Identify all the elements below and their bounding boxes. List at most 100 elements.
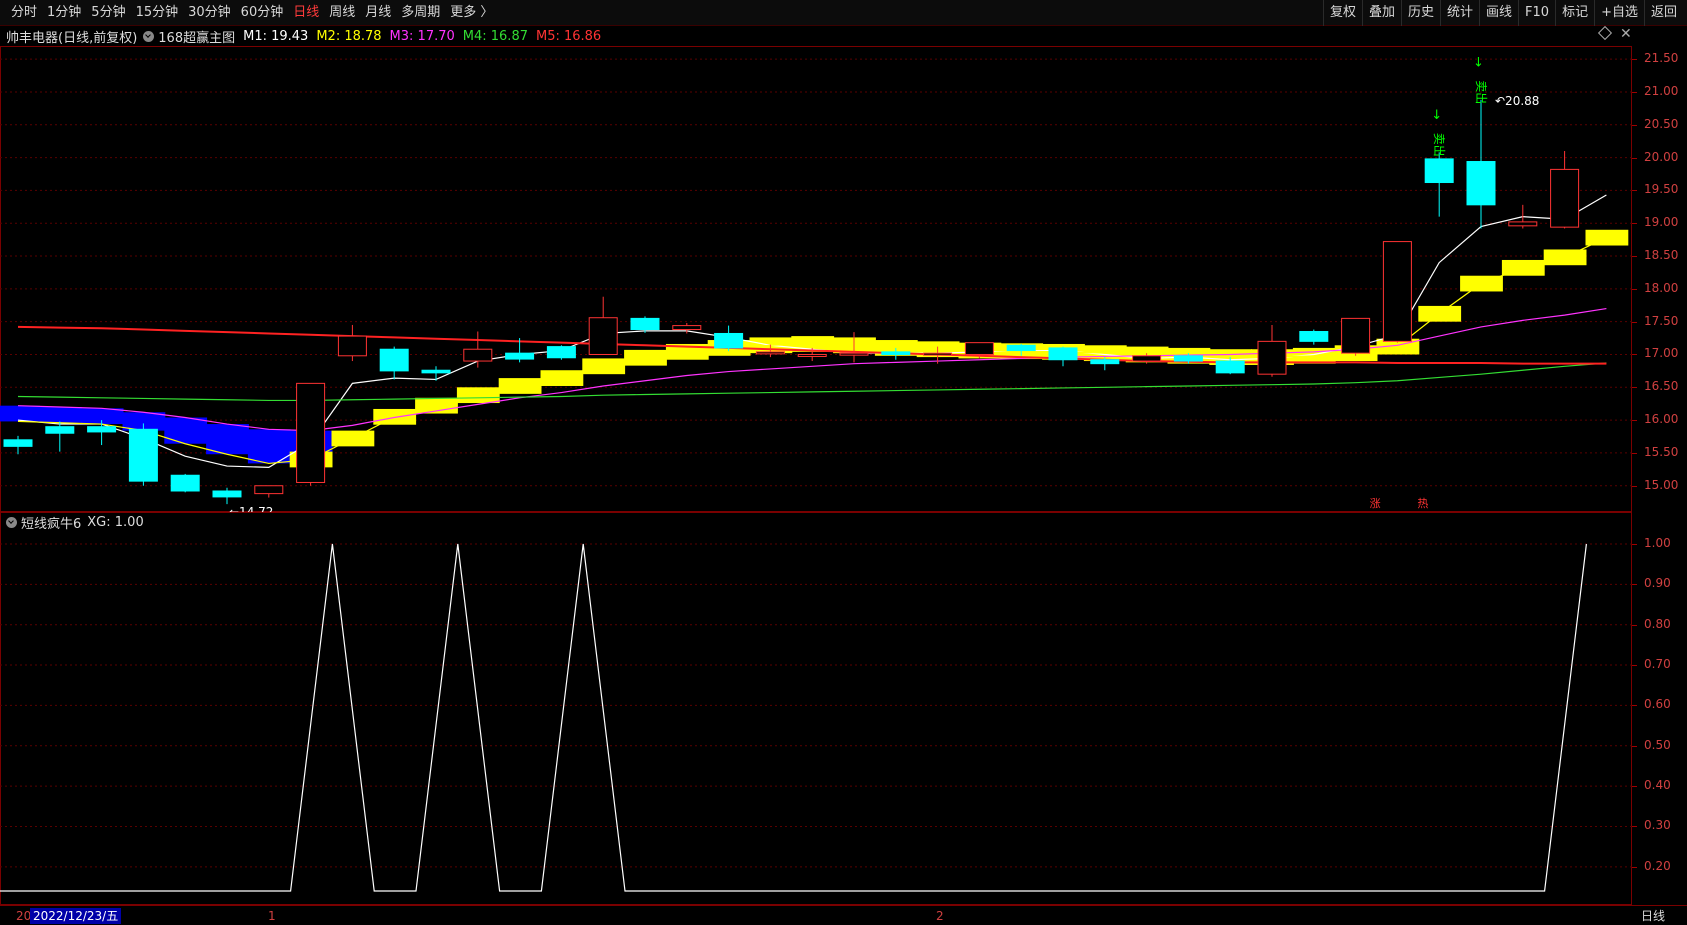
top-toolbar: 分时 1分钟 5分钟 15分钟 30分钟 60分钟 日线 周线 月线 多周期 更多 〉 复权 叠加 历史… <box>0 0 1687 26</box>
sub-tick <box>1632 624 1637 626</box>
price-label: 19.00 <box>1644 215 1679 230</box>
signal-marker: 热 <box>1417 497 1428 510</box>
candle-body <box>1466 161 1496 206</box>
candle-body <box>1257 340 1287 375</box>
toolbar-actions: 复权 叠加 历史 统计 画线 F10 标记 +自选 返回 <box>1322 0 1683 26</box>
price-label: 20.50 <box>1644 116 1679 131</box>
period-tab[interactable]: 多周期 <box>396 0 445 26</box>
period-tab[interactable]: 周线 <box>324 0 360 26</box>
sub-axis: 1.00 0.90 0.80 0.70 0.60 0.50 0.40 0.30 0.20 <box>1632 512 1687 905</box>
price-tick <box>1632 190 1637 192</box>
main-chart[interactable]: ↶20.88 ←14.72 ↓ 卖出 ↓ 卖出涨 热 <box>0 46 1632 512</box>
price-tick <box>1632 420 1637 422</box>
candle-body <box>546 346 576 359</box>
toolbar-button[interactable]: 历史 <box>1400 0 1440 26</box>
ma-legend-item: M3: 17.70 <box>389 28 455 44</box>
signal-marker: 涨 <box>1370 497 1381 510</box>
candle-body <box>87 426 117 433</box>
sub-label: 0.50 <box>1644 737 1671 752</box>
candle-body <box>923 352 953 356</box>
period-tab[interactable]: 60分钟 <box>236 0 289 26</box>
date-bar: 20 2022/12/23/五 1 2 日线 <box>0 905 1687 925</box>
sell-arrow-icon: ↓ <box>1431 108 1442 123</box>
price-tick <box>1632 223 1637 225</box>
toolbar-button[interactable]: 画线 <box>1479 0 1518 26</box>
low-price-label: ←14.72 <box>229 505 273 512</box>
toolbar-button[interactable]: +自选 <box>1594 0 1644 26</box>
candle-body <box>170 474 200 492</box>
price-label: 21.50 <box>1644 51 1679 66</box>
period-tab[interactable]: 日线 <box>288 0 324 26</box>
price-tick <box>1632 387 1637 389</box>
step-band-block <box>1585 229 1629 246</box>
period-tab[interactable]: 分时 <box>6 0 42 26</box>
price-tick <box>1632 288 1637 290</box>
price-label: 17.00 <box>1644 346 1679 361</box>
indicator-name[interactable]: 168超赢主图 <box>158 27 235 46</box>
ma-legend-item: M2: 18.78 <box>316 28 382 44</box>
period-tab[interactable]: 更多 〉 <box>445 0 498 26</box>
date-fragment: 20 <box>16 909 32 923</box>
toolbar-button[interactable]: 返回 <box>1643 0 1683 26</box>
candle-body <box>421 369 451 374</box>
close-icon[interactable]: ✕ <box>1620 26 1632 42</box>
candle-body <box>1508 221 1538 227</box>
price-tick <box>1632 321 1637 323</box>
toolbar-button[interactable]: 标记 <box>1555 0 1594 26</box>
sub-tick <box>1632 786 1637 788</box>
back-label: 返回 <box>1650 5 1677 20</box>
sub-label: 0.30 <box>1644 818 1671 833</box>
candle-body <box>881 351 911 355</box>
price-tick <box>1632 124 1637 126</box>
month-mark: 1 <box>268 909 276 923</box>
price-label: 15.50 <box>1644 444 1679 459</box>
high-price-label: ↶20.88 <box>1495 94 1539 108</box>
indicator-menu-icon[interactable] <box>143 30 155 42</box>
toolbar-button[interactable]: 复权 <box>1322 0 1362 26</box>
sell-arrow-icon: ↓ <box>1473 55 1484 70</box>
candle-body <box>1132 355 1162 362</box>
sub-tick <box>1632 826 1637 828</box>
price-tick <box>1632 485 1637 487</box>
price-tick <box>1632 59 1637 61</box>
ma-legend-item: M4: 16.87 <box>462 28 528 44</box>
candle-body <box>797 353 827 357</box>
stock-title[interactable]: 帅丰电器(日线,前复权) <box>6 27 137 46</box>
candle-body <box>630 317 660 331</box>
ma-legend-item: M1: 19.43 <box>243 28 309 44</box>
toolbar-button[interactable]: F10 <box>1518 0 1555 26</box>
candle-body <box>1006 344 1036 352</box>
month-mark: 2 <box>936 909 944 923</box>
sell-signal-label: 卖出 <box>1432 133 1446 157</box>
period-tab[interactable]: 月线 <box>360 0 396 26</box>
candle-body <box>296 382 326 483</box>
price-label: 19.50 <box>1644 182 1679 197</box>
candle-body <box>212 490 242 498</box>
sub-label: 0.40 <box>1644 778 1671 793</box>
sub-chart[interactable] <box>0 532 1632 905</box>
candle-body <box>1215 360 1245 374</box>
price-label: 21.00 <box>1644 83 1679 98</box>
sub-label: 0.80 <box>1644 616 1671 631</box>
toolbar-button[interactable]: 统计 <box>1440 0 1479 26</box>
price-label: 16.50 <box>1644 379 1679 394</box>
sell-signal-label: 卖出 <box>1474 80 1488 104</box>
candle-body <box>1341 317 1371 354</box>
price-tick <box>1632 157 1637 159</box>
period-tab[interactable]: 5分钟 <box>86 0 130 26</box>
ma-legend-item: M5: 16.86 <box>535 28 602 44</box>
price-label: 15.00 <box>1644 477 1679 492</box>
candle-body <box>964 342 994 355</box>
period-tab[interactable]: 15分钟 <box>131 0 184 26</box>
candle-body <box>755 351 785 355</box>
candle-body <box>128 428 158 482</box>
candle-body <box>505 352 535 360</box>
period-tab[interactable]: 1分钟 <box>42 0 86 26</box>
toolbar-button[interactable]: 叠加 <box>1361 0 1401 26</box>
candle-body <box>672 325 702 331</box>
price-label: 18.50 <box>1644 248 1679 263</box>
price-label: 17.50 <box>1644 313 1679 328</box>
period-tab[interactable]: 30分钟 <box>183 0 236 26</box>
sub-label: 0.70 <box>1644 657 1671 672</box>
price-label: 16.00 <box>1644 412 1679 427</box>
